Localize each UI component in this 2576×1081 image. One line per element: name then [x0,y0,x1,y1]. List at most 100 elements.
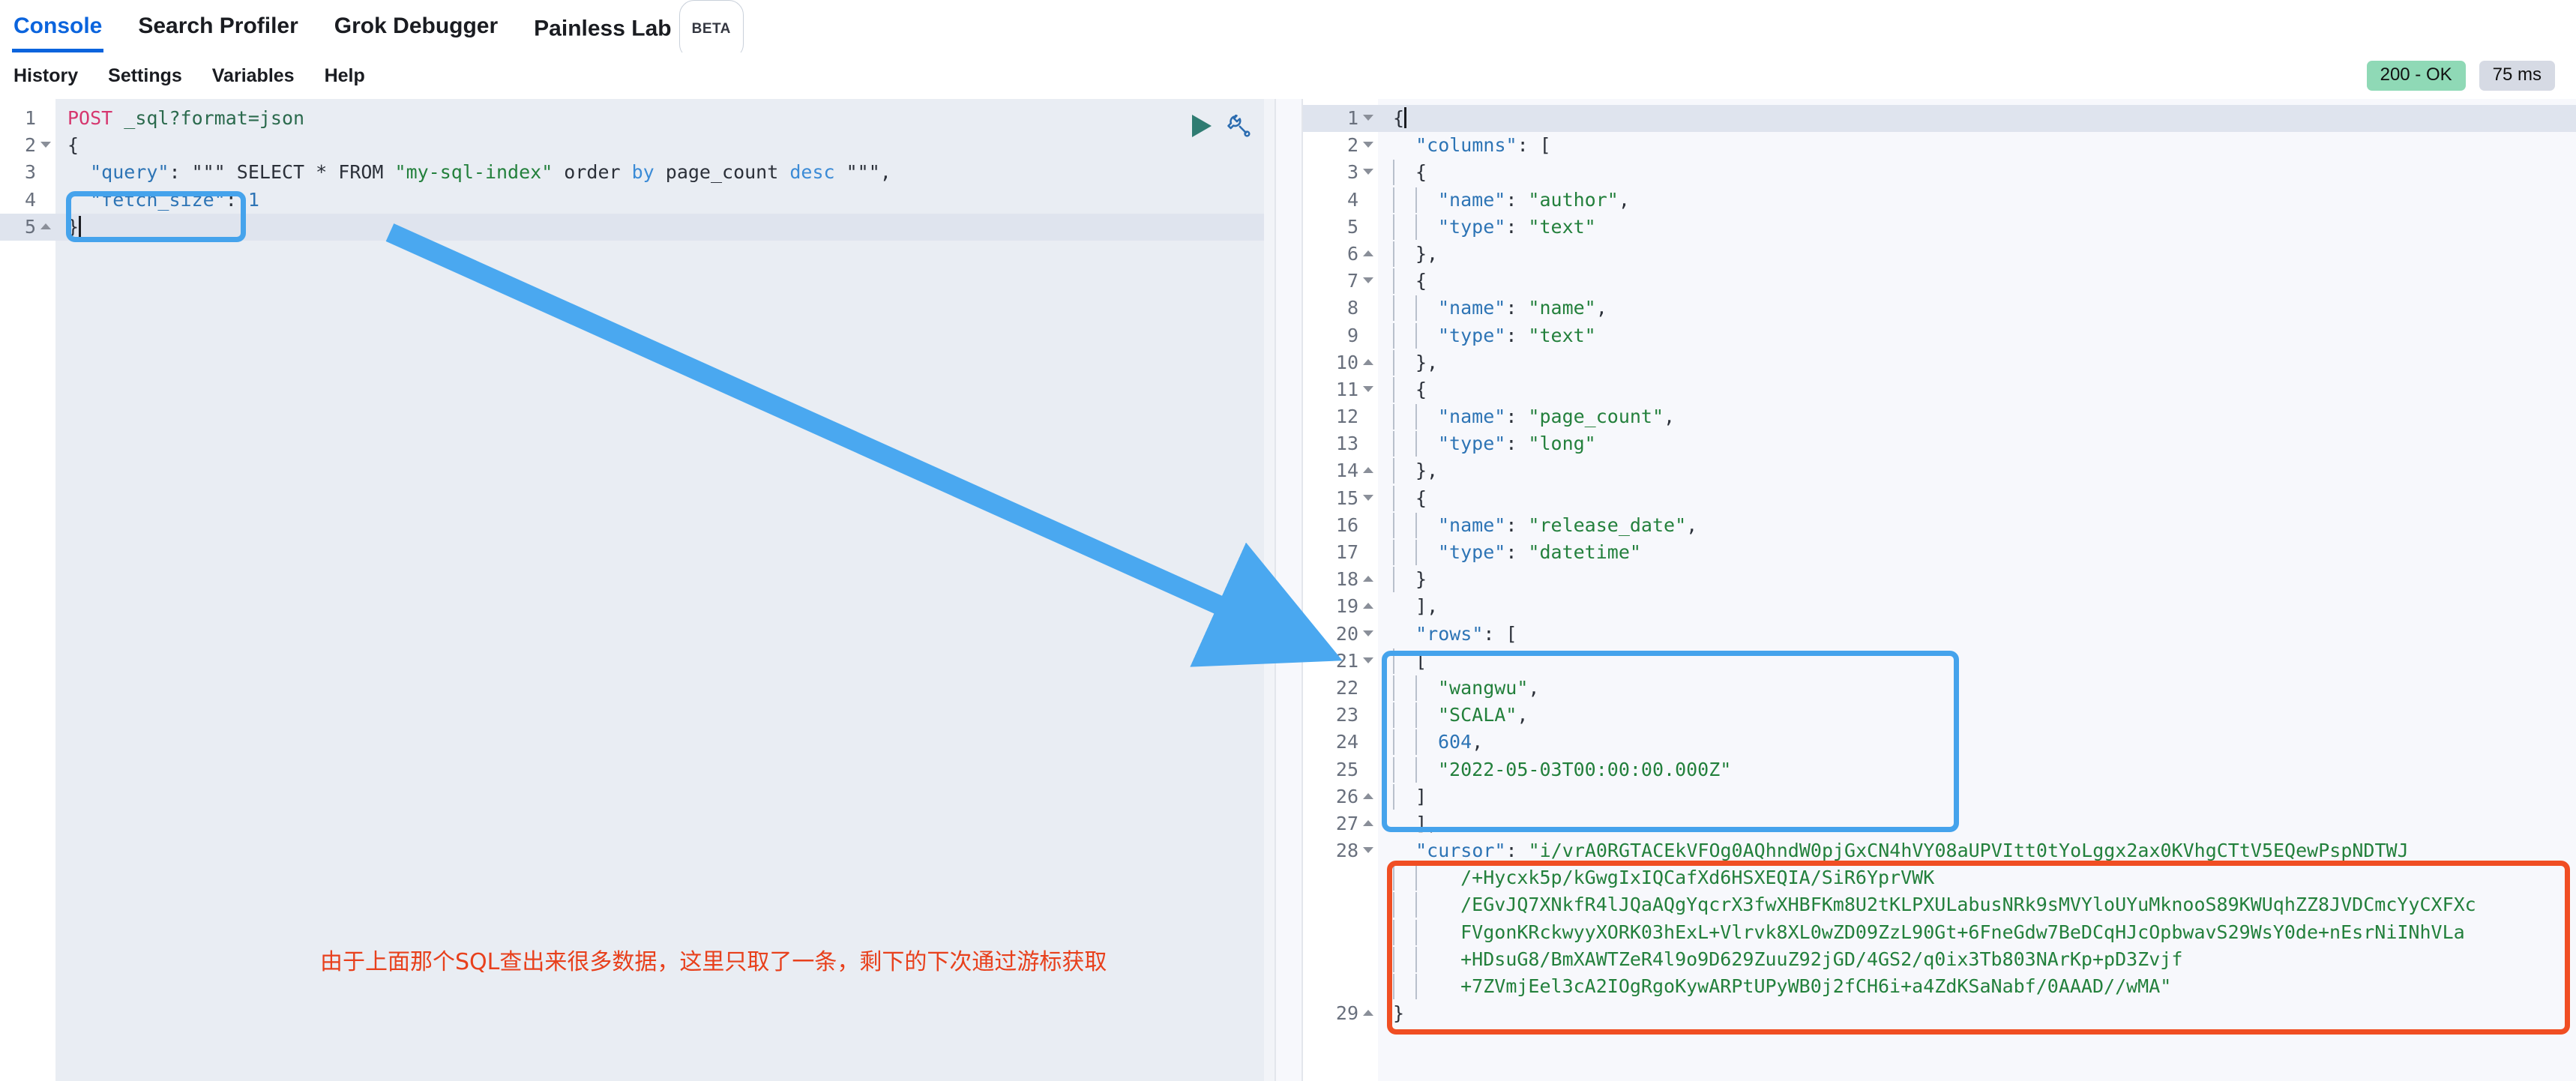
code-line[interactable]: ], [1393,810,2576,837]
line-number[interactable]: 7 [1303,268,1378,295]
code-line[interactable]: "name": "author", [1393,187,2576,214]
tab-grok-debugger[interactable]: Grok Debugger [334,0,498,52]
line-number[interactable]: 22 [1303,675,1378,702]
code-line[interactable]: { [1393,376,2576,403]
code-line[interactable]: "2022-05-03T00:00:00.000Z" [1393,756,2576,783]
code-line[interactable]: }, [1393,241,2576,268]
fold-up-icon[interactable] [1363,358,1373,365]
code-line[interactable]: "SCALA", [1393,702,2576,729]
fold-up-icon[interactable] [1363,819,1373,826]
fold-down-icon[interactable] [1363,657,1373,663]
code-line[interactable]: FVgonKRckwyyXORK03hExL+Vlrvk8XL0wZD09ZzL… [1393,919,2576,946]
line-number[interactable]: 4 [0,187,55,214]
line-number[interactable]: 29 [1303,1000,1378,1027]
code-line[interactable]: "type": "datetime" [1393,539,2576,566]
response-gutter[interactable]: 1 2 3 4 5 6 7 8 9 10 11 12 13 14 15 16 17 18 19 20 21 22 23 24 2… [1303,99,1378,1081]
wrench-icon[interactable] [1225,112,1252,139]
code-line[interactable]: "name": "release_date", [1393,512,2576,539]
code-line[interactable]: { [1393,159,2576,186]
line-number[interactable]: 20 [1303,621,1378,648]
response-pane[interactable]: 1 2 3 4 5 6 7 8 9 10 11 12 13 14 15 16 17 18 19 20 21 22 23 24 2… [1303,99,2576,1081]
code-line[interactable]: /EGvJQ7XNkfR4lJQaAQgYqcrX3fwXHBFKm8U2tKL… [1393,891,2576,918]
line-number[interactable]: 3 [0,159,55,186]
line-number[interactable]: 8 [1303,295,1378,322]
code-line[interactable]: } [1393,1000,2576,1027]
fold-down-icon[interactable] [40,142,51,148]
line-number[interactable] [1303,973,1378,1000]
fold-up-icon[interactable] [1363,576,1373,582]
code-line[interactable]: "wangwu", [1393,675,2576,702]
code-line[interactable]: "type": "long" [1393,430,2576,457]
code-line[interactable]: "columns": [ [1393,132,2576,159]
code-line[interactable]: "type": "text" [1393,322,2576,349]
code-line[interactable]: { [1393,485,2576,512]
toolbar-settings[interactable]: Settings [108,65,182,87]
request-code[interactable]: POST _sql?format=json{ "query": """ SELE… [55,105,1275,1081]
line-number[interactable] [1303,891,1378,918]
line-number[interactable]: 14 [1303,457,1378,484]
toolbar-history[interactable]: History [13,65,78,87]
line-number[interactable]: 13 [1303,430,1378,457]
code-line[interactable]: } [1393,566,2576,593]
fold-down-icon[interactable] [1363,169,1373,175]
line-number[interactable]: 4 [1303,187,1378,214]
fold-up-icon[interactable] [40,223,51,229]
line-number[interactable]: 11 [1303,376,1378,403]
line-number[interactable]: 25 [1303,756,1378,783]
fold-down-icon[interactable] [1363,494,1373,501]
request-pane[interactable]: 12345 POST _sql?format=json{ "query": ""… [0,99,1275,1081]
play-icon[interactable] [1192,115,1212,137]
fold-down-icon[interactable] [1363,847,1373,854]
tab-console[interactable]: Console [11,0,104,52]
fold-up-icon[interactable] [1363,603,1373,609]
fold-down-icon[interactable] [1363,142,1373,148]
response-code[interactable]: { "columns": [{"name": "author", "type": … [1378,105,2576,1081]
code-line[interactable]: }, [1393,457,2576,484]
code-line[interactable]: POST _sql?format=json [67,105,1275,132]
line-number[interactable]: 3 [1303,159,1378,186]
line-number[interactable]: 1 [1303,105,1378,133]
code-line[interactable]: { [1378,105,2576,133]
line-number[interactable]: 16 [1303,512,1378,539]
fold-up-icon[interactable] [1363,792,1373,799]
splitter-grip-icon[interactable] [1284,615,1294,640]
line-number[interactable]: 15 [1303,485,1378,512]
code-line[interactable]: "type": "text" [1393,214,2576,241]
line-number[interactable]: 26 [1303,783,1378,810]
line-number[interactable]: 28 [1303,837,1378,864]
code-line[interactable]: "name": "page_count", [1393,403,2576,430]
line-number[interactable]: 5 [1303,214,1378,241]
code-line[interactable]: ] [1393,783,2576,810]
toolbar-variables[interactable]: Variables [212,65,295,87]
line-number[interactable] [1303,864,1378,891]
code-line[interactable]: /+Hycxk5p/kGwgIxIQCafXd6HSXEQIA/SiR6YprV… [1393,864,2576,891]
line-number[interactable]: 9 [1303,322,1378,349]
fold-down-icon[interactable] [1363,115,1373,121]
line-number[interactable]: 23 [1303,702,1378,729]
line-number[interactable]: 10 [1303,349,1378,376]
line-number[interactable] [1303,946,1378,973]
line-number[interactable]: 21 [1303,648,1378,675]
line-number[interactable] [1303,919,1378,946]
code-line[interactable]: 604, [1393,729,2576,756]
code-line[interactable]: +7ZVmjEel3cA2IOgRgoKywARPtUPyWB0j2fCH6i+… [1393,973,2576,1000]
tab-painless-lab[interactable]: Painless Lab BETA [534,0,744,59]
line-number[interactable]: 12 [1303,403,1378,430]
line-number[interactable]: 2 [0,132,55,159]
line-number[interactable]: 5 [0,213,55,241]
code-line[interactable]: +HDsuG8/BmXAWTZeR4l9o9D629ZuuZ92jGD/4GS2… [1393,946,2576,973]
fold-down-icon[interactable] [1363,385,1373,392]
fold-up-icon[interactable] [1363,250,1373,256]
code-line[interactable]: { [1393,268,2576,295]
request-scrollbar[interactable] [1264,99,1275,1081]
tab-search-profiler[interactable]: Search Profiler [138,0,298,52]
code-line[interactable]: { [67,132,1275,159]
code-line[interactable]: ], [1393,593,2576,620]
line-number[interactable]: 24 [1303,729,1378,756]
line-number[interactable]: 17 [1303,539,1378,566]
fold-up-icon[interactable] [1363,467,1373,474]
line-number[interactable]: 18 [1303,566,1378,593]
code-line[interactable]: "fetch_size": 1 [67,187,1275,214]
fold-up-icon[interactable] [1363,1010,1373,1017]
line-number[interactable]: 27 [1303,810,1378,837]
